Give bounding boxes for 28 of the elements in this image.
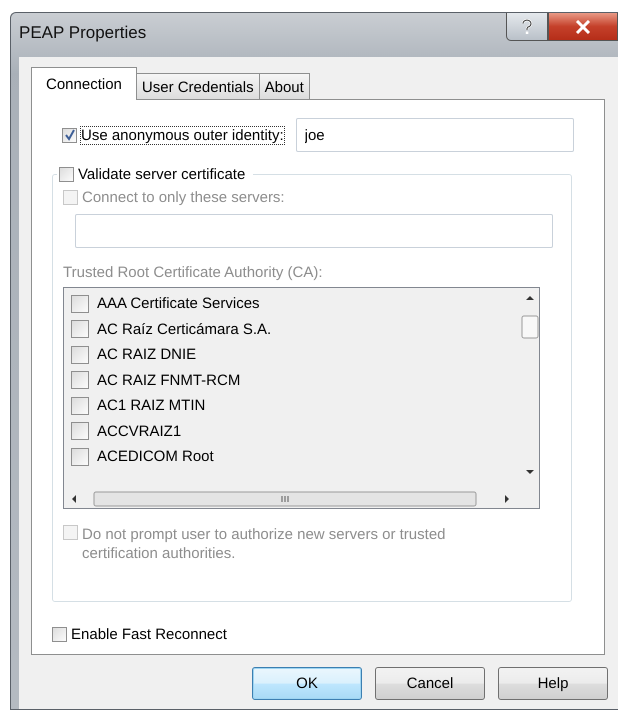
question-mark-icon	[521, 18, 533, 34]
dialog-button[interactable]: Help	[498, 667, 608, 700]
close-icon	[575, 20, 591, 34]
up-arrow-icon[interactable]	[526, 296, 534, 300]
scroll-thumb[interactable]	[522, 316, 538, 338]
help-button[interactable]	[506, 13, 548, 41]
scroll-thumb[interactable]	[94, 492, 476, 506]
checkbox-label: Use anonymous outer identity:	[81, 126, 284, 144]
checkbox-label: Enable Fast Reconnect	[71, 626, 227, 643]
left-arrow-icon[interactable]	[72, 495, 76, 503]
right-arrow-icon[interactable]	[505, 495, 509, 503]
tab[interactable]: User Credentials	[136, 73, 260, 99]
down-arrow-icon[interactable]	[526, 470, 534, 474]
tab[interactable]: About	[258, 73, 310, 99]
checkbox-label: Validate server certificate	[78, 166, 246, 183]
checkbox-label: Connect to only these servers:	[82, 189, 285, 206]
list-label: Trusted Root Certificate Authority (CA):	[63, 264, 324, 281]
tab[interactable]: Connection	[31, 67, 137, 100]
identity-field[interactable]: joe	[296, 118, 574, 152]
dialog-button[interactable]: OK	[252, 667, 362, 700]
checkbox[interactable]	[52, 627, 67, 642]
checkbox[interactable]	[59, 167, 74, 182]
checkbox[interactable]	[62, 128, 77, 142]
servers-field[interactable]	[75, 214, 553, 248]
dialog-button[interactable]: Cancel	[375, 667, 485, 700]
window-title: PEAP Properties	[19, 23, 146, 43]
close-button[interactable]	[548, 13, 618, 41]
checkbox-label: Do not prompt user to authorize new servers or trusted certification authorities.	[82, 525, 447, 563]
